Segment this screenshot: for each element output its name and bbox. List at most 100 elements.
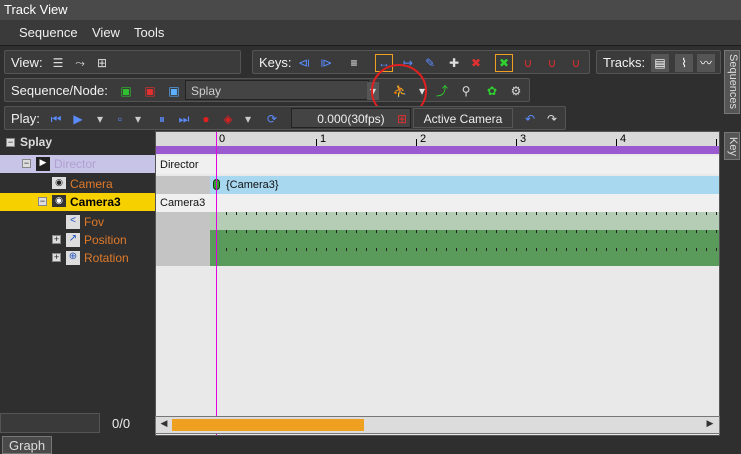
time-cursor[interactable] (216, 132, 217, 435)
add-director-icon[interactable]: ✿ (483, 82, 501, 100)
expand-icon[interactable]: + (52, 253, 61, 262)
node-settings-icon[interactable]: ⚙ (507, 82, 525, 100)
track-tick (236, 230, 237, 233)
record-icon[interactable]: ● (197, 110, 215, 128)
tree-label-director: Director (54, 157, 97, 171)
track-tick (586, 212, 587, 215)
scroll-thumb[interactable] (172, 419, 364, 431)
stop-icon[interactable]: ▫ (111, 110, 129, 128)
add-node-icon[interactable]: ⛹ (391, 82, 409, 100)
tree-row-splay[interactable]: − Splay (0, 133, 155, 151)
pause-icon[interactable]: ⏸ (153, 110, 171, 128)
track-name-camera3: Camera3 (160, 197, 206, 209)
track-position[interactable] (156, 230, 719, 248)
magnet-frame-icon[interactable]: ∪ (543, 54, 561, 72)
tick-label: 0 (219, 133, 226, 145)
fps-icon[interactable]: ⊞ (393, 110, 411, 128)
time-value: 0.000(30fps) (317, 112, 385, 126)
track-tick (256, 248, 257, 251)
track-tick (476, 248, 477, 251)
tree-row-camera[interactable]: ◉ Camera (0, 175, 155, 193)
active-camera-button[interactable]: Active Camera (413, 108, 513, 128)
delete-key-icon[interactable]: ✖ (467, 54, 485, 72)
graph-tab[interactable]: Graph (2, 436, 52, 454)
track-camera3[interactable]: Camera3 (156, 194, 719, 212)
new-sequence-icon[interactable]: ▣ (117, 82, 135, 100)
track-tick (426, 230, 427, 233)
add-selected-icon[interactable]: ⤴ (433, 82, 451, 100)
track-rotation[interactable] (156, 248, 719, 266)
track-fov[interactable] (156, 212, 719, 230)
track-tick (626, 212, 627, 215)
sequences-tab[interactable]: Sequences (724, 50, 740, 114)
magnet-tick-icon[interactable]: ∪ (567, 54, 585, 72)
horizontal-scrollbar[interactable]: ◀ ▶ (155, 416, 720, 434)
play-label: Play: (11, 111, 40, 126)
menu-tools[interactable]: Tools (134, 25, 164, 40)
magnet-icon[interactable]: ∪ (519, 54, 537, 72)
track-curve-icon[interactable]: ⌇ (675, 54, 693, 72)
tree-row-position[interactable]: + ↗ Position (0, 231, 155, 249)
track-tick (696, 248, 697, 251)
next-key-icon[interactable]: ⧐ (317, 54, 335, 72)
track-tick (516, 230, 517, 233)
track-tick (616, 230, 617, 233)
edit-sequence-icon[interactable]: ▣ (165, 82, 183, 100)
go-start-icon[interactable]: ⏮ (47, 110, 65, 128)
delete-sequence-icon[interactable]: ▣ (141, 82, 159, 100)
auto-record-icon[interactable]: ◈ (219, 110, 237, 128)
track-tick (486, 212, 487, 215)
prev-key-icon[interactable]: ⧏ (295, 54, 313, 72)
align-keys-icon[interactable]: ≡ (345, 54, 363, 72)
track-tick (476, 212, 477, 215)
tree-row-camera3[interactable]: − ◉ Camera3 (0, 193, 155, 211)
stop-menu-icon[interactable]: ▾ (133, 110, 143, 128)
tree-row-rotation[interactable]: + ⊕ Rotation (0, 249, 155, 267)
timeline-panel[interactable]: 0 1 2 3 4 Director {Camera3} Camera3 (155, 131, 720, 436)
play-menu-icon[interactable]: ▾ (95, 110, 105, 128)
tree-row-fov[interactable]: < Fov (0, 213, 155, 231)
track-tick (466, 248, 467, 251)
key-tab[interactable]: Key (724, 132, 740, 160)
play-icon[interactable]: ▶ (69, 110, 87, 128)
collapse-icon[interactable]: − (6, 138, 15, 147)
track-director[interactable]: Director (156, 156, 719, 174)
tree-view-icon[interactable]: ⊞ (93, 54, 111, 72)
track-tick (626, 248, 627, 251)
tree-row-director[interactable]: − ▶ Director (0, 155, 155, 173)
track-camera[interactable]: {Camera3} (156, 176, 719, 194)
redo-icon[interactable]: ↷ (543, 110, 561, 128)
track-list-icon[interactable]: ▤ (651, 54, 669, 72)
track-name-director: Director (160, 159, 199, 171)
menu-view[interactable]: View (92, 25, 120, 40)
loop-icon[interactable]: ⟳ (263, 110, 281, 128)
list-view-icon[interactable]: ☰ (49, 54, 67, 72)
sequence-dropdown[interactable]: Splay (185, 80, 369, 100)
track-tick (666, 248, 667, 251)
track-tick (586, 248, 587, 251)
collapse-icon[interactable]: − (38, 197, 47, 206)
add-node-menu-icon[interactable]: ▾ (417, 82, 427, 100)
scroll-left-icon[interactable]: ◀ (158, 418, 170, 432)
menu-sequence[interactable]: Sequence (19, 25, 78, 40)
find-node-icon[interactable]: ⚲ (457, 82, 475, 100)
record-menu-icon[interactable]: ▾ (243, 110, 253, 128)
track-tick (416, 248, 417, 251)
summary-track[interactable] (156, 146, 719, 154)
curve-view-icon[interactable]: ⤳ (71, 54, 89, 72)
snap-none-icon[interactable]: ✖ (495, 54, 513, 72)
go-end-icon[interactable]: ⏭ (175, 110, 193, 128)
scroll-right-icon[interactable]: ▶ (704, 418, 716, 432)
collapse-icon[interactable]: − (22, 159, 31, 168)
track-tick (276, 230, 277, 233)
track-graph-icon[interactable]: 〰 (697, 54, 715, 72)
expand-icon[interactable]: + (52, 235, 61, 244)
track-tick (606, 230, 607, 233)
add-key-icon[interactable]: ✚ (445, 54, 463, 72)
track-tick (246, 230, 247, 233)
track-tick (376, 212, 377, 215)
track-tick (606, 212, 607, 215)
track-tick (286, 248, 287, 251)
undo-icon[interactable]: ↶ (521, 110, 539, 128)
track-tick (346, 212, 347, 215)
